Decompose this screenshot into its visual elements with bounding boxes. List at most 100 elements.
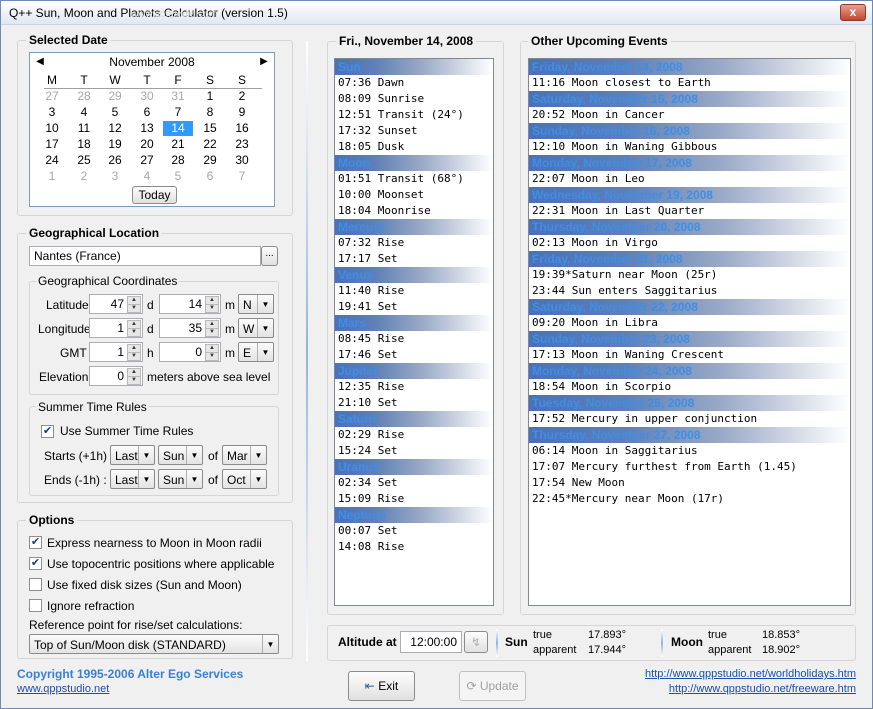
option-checkbox-1[interactable]: ✔ xyxy=(29,557,42,570)
calendar-day[interactable]: 11 xyxy=(69,121,99,136)
location-input[interactable]: Nantes (France) xyxy=(29,246,261,266)
option-checkbox-3[interactable] xyxy=(29,599,42,612)
calendar-day[interactable]: 6 xyxy=(195,169,225,184)
altitude-time-input[interactable]: 12:00:00 xyxy=(400,631,462,653)
gmt-minutes-value: 0 xyxy=(195,345,202,359)
calendar-day[interactable]: 28 xyxy=(163,153,193,168)
starts-week-select[interactable]: Last ▼ xyxy=(110,445,155,465)
option-checkbox-2[interactable] xyxy=(29,578,42,591)
calendar-day[interactable]: 29 xyxy=(195,153,225,168)
body-section-header: Jupiter xyxy=(335,363,493,379)
elevation-input[interactable]: 0 ▲ ▼ xyxy=(89,366,143,386)
calendar-day[interactable]: 1 xyxy=(37,169,67,184)
calendar-day[interactable]: 9 xyxy=(227,105,257,120)
calendar-day[interactable]: 3 xyxy=(100,169,130,184)
spin-down-icon[interactable]: ▼ xyxy=(127,352,141,361)
starts-label: Starts (+1h) : xyxy=(44,449,114,463)
calendar-day[interactable]: 2 xyxy=(227,89,257,104)
day-events-list[interactable]: Sun 07:36 Dawn 08:09 Sunrise 12:51 Transit … xyxy=(334,58,494,606)
reference-point-select[interactable]: Top of Sun/Moon disk (STANDARD) ▼ xyxy=(29,634,279,654)
list-item: 17:13 Moon in Waning Crescent xyxy=(532,348,725,361)
calendar-day[interactable]: 30 xyxy=(227,153,257,168)
longitude-minutes-input[interactable]: 35 ▲ ▼ xyxy=(159,318,221,338)
calendar-day[interactable]: 6 xyxy=(132,105,162,120)
update-label: Update xyxy=(479,679,519,693)
spin-down-icon[interactable]: ▼ xyxy=(127,376,141,385)
longitude-direction-select[interactable]: W ▼ xyxy=(238,318,274,338)
browse-location-button[interactable]: ... xyxy=(261,246,278,266)
ends-month-select[interactable]: Oct ▼ xyxy=(222,469,267,489)
calendar-dow: S xyxy=(237,73,246,87)
option-checkbox-0[interactable]: ✔ xyxy=(29,536,42,549)
freeware-link[interactable]: http://www.qppstudio.net/freeware.htm xyxy=(669,683,856,695)
holidays-link[interactable]: http://www.qppstudio.net/worldholidays.h… xyxy=(645,668,856,680)
spin-down-icon[interactable]: ▼ xyxy=(205,352,219,361)
calendar-day[interactable]: 3 xyxy=(37,105,67,120)
calendar-day[interactable]: 27 xyxy=(37,89,67,104)
summer-time-checkbox[interactable]: ✔ xyxy=(41,425,54,438)
calendar-day[interactable]: 15 xyxy=(195,121,225,136)
spin-down-icon[interactable]: ▼ xyxy=(127,328,141,337)
lightning-icon[interactable]: ↯ xyxy=(464,631,488,653)
calendar-day[interactable]: 31 xyxy=(163,89,193,104)
calendar-day[interactable]: 14 xyxy=(163,121,193,136)
site-link[interactable]: www.qppstudio.net xyxy=(17,683,109,695)
calendar-day[interactable]: 2 xyxy=(69,169,99,184)
geo-location-title: Geographical Location xyxy=(26,226,163,240)
list-item: 17:17 Set xyxy=(338,252,398,265)
calendar-day[interactable]: 4 xyxy=(132,169,162,184)
calendar-day[interactable]: 19 xyxy=(100,137,130,152)
today-button[interactable]: Today xyxy=(132,186,177,204)
next-month-icon[interactable]: ▶ xyxy=(258,55,270,69)
calendar-day[interactable]: 17 xyxy=(37,137,67,152)
calendar-day[interactable]: 26 xyxy=(100,153,130,168)
gmt-direction-select[interactable]: E ▼ xyxy=(238,342,274,362)
title-bar[interactable]: Q++ Sun, Moon and Planets Calculator (ve… xyxy=(1,1,872,25)
longitude-degrees-input[interactable]: 1 ▲ ▼ xyxy=(89,318,143,338)
calendar-day[interactable]: 5 xyxy=(163,169,193,184)
calendar-day[interactable]: 7 xyxy=(227,169,257,184)
starts-day-select[interactable]: Sun ▼ xyxy=(158,445,203,465)
list-item: 07:32 Rise xyxy=(338,236,405,249)
latitude-minutes-input[interactable]: 14 ▲ ▼ xyxy=(159,294,221,314)
calendar-day[interactable]: 8 xyxy=(195,105,225,120)
update-button[interactable]: ⟳ Update xyxy=(459,671,526,701)
calendar-day[interactable]: 25 xyxy=(69,153,99,168)
close-button[interactable]: x xyxy=(840,4,866,21)
calendar-day[interactable]: 18 xyxy=(69,137,99,152)
starts-month-select[interactable]: Mar ▼ xyxy=(222,445,267,465)
calendar-day[interactable]: 22 xyxy=(195,137,225,152)
calendar-day[interactable]: 5 xyxy=(100,105,130,120)
latitude-degrees-input[interactable]: 47 ▲ ▼ xyxy=(89,294,143,314)
calendar-day[interactable]: 10 xyxy=(37,121,67,136)
spin-down-icon[interactable]: ▼ xyxy=(205,304,219,313)
calendar-day[interactable]: 21 xyxy=(163,137,193,152)
calendar-day[interactable]: 27 xyxy=(132,153,162,168)
calendar-day[interactable]: 23 xyxy=(227,137,257,152)
option-label: Use topocentric positions where applicab… xyxy=(47,557,275,571)
calendar-day[interactable]: 12 xyxy=(100,121,130,136)
latitude-direction-select[interactable]: N ▼ xyxy=(238,294,274,314)
calendar-day[interactable]: 13 xyxy=(132,121,162,136)
calendar-day[interactable]: 24 xyxy=(37,153,67,168)
gmt-direction-value: E xyxy=(243,346,252,360)
calendar-day[interactable]: 28 xyxy=(69,89,99,104)
calendar-day[interactable]: 4 xyxy=(69,105,99,120)
spin-down-icon[interactable]: ▼ xyxy=(127,304,141,313)
calendar-day[interactable]: 7 xyxy=(163,105,193,120)
calendar-day[interactable]: 1 xyxy=(195,89,225,104)
gmt-minutes-input[interactable]: 0 ▲ ▼ xyxy=(159,342,221,362)
calendar-month: November 2008 xyxy=(109,55,195,69)
gmt-hours-input[interactable]: 1 ▲ ▼ xyxy=(89,342,143,362)
calendar-day[interactable]: 30 xyxy=(132,89,162,104)
ends-day-select[interactable]: Sun ▼ xyxy=(158,469,203,489)
exit-button[interactable]: ⇤ Exit xyxy=(348,671,415,701)
calendar[interactable]: ◀ November 2008 ▶ MTWTFSS 27 28 29 30 31 1 2 3 4… xyxy=(29,52,275,207)
spin-down-icon[interactable]: ▼ xyxy=(205,328,219,337)
list-item: 12:10 Moon in Waning Gibbous xyxy=(532,140,718,153)
calendar-day[interactable]: 29 xyxy=(100,89,130,104)
calendar-day[interactable]: 20 xyxy=(132,137,162,152)
ends-week-select[interactable]: Last ▼ xyxy=(110,469,155,489)
upcoming-events-list[interactable]: Friday, November 14, 2008 11:16 Moon clos… xyxy=(528,58,851,606)
calendar-day[interactable]: 16 xyxy=(227,121,257,136)
